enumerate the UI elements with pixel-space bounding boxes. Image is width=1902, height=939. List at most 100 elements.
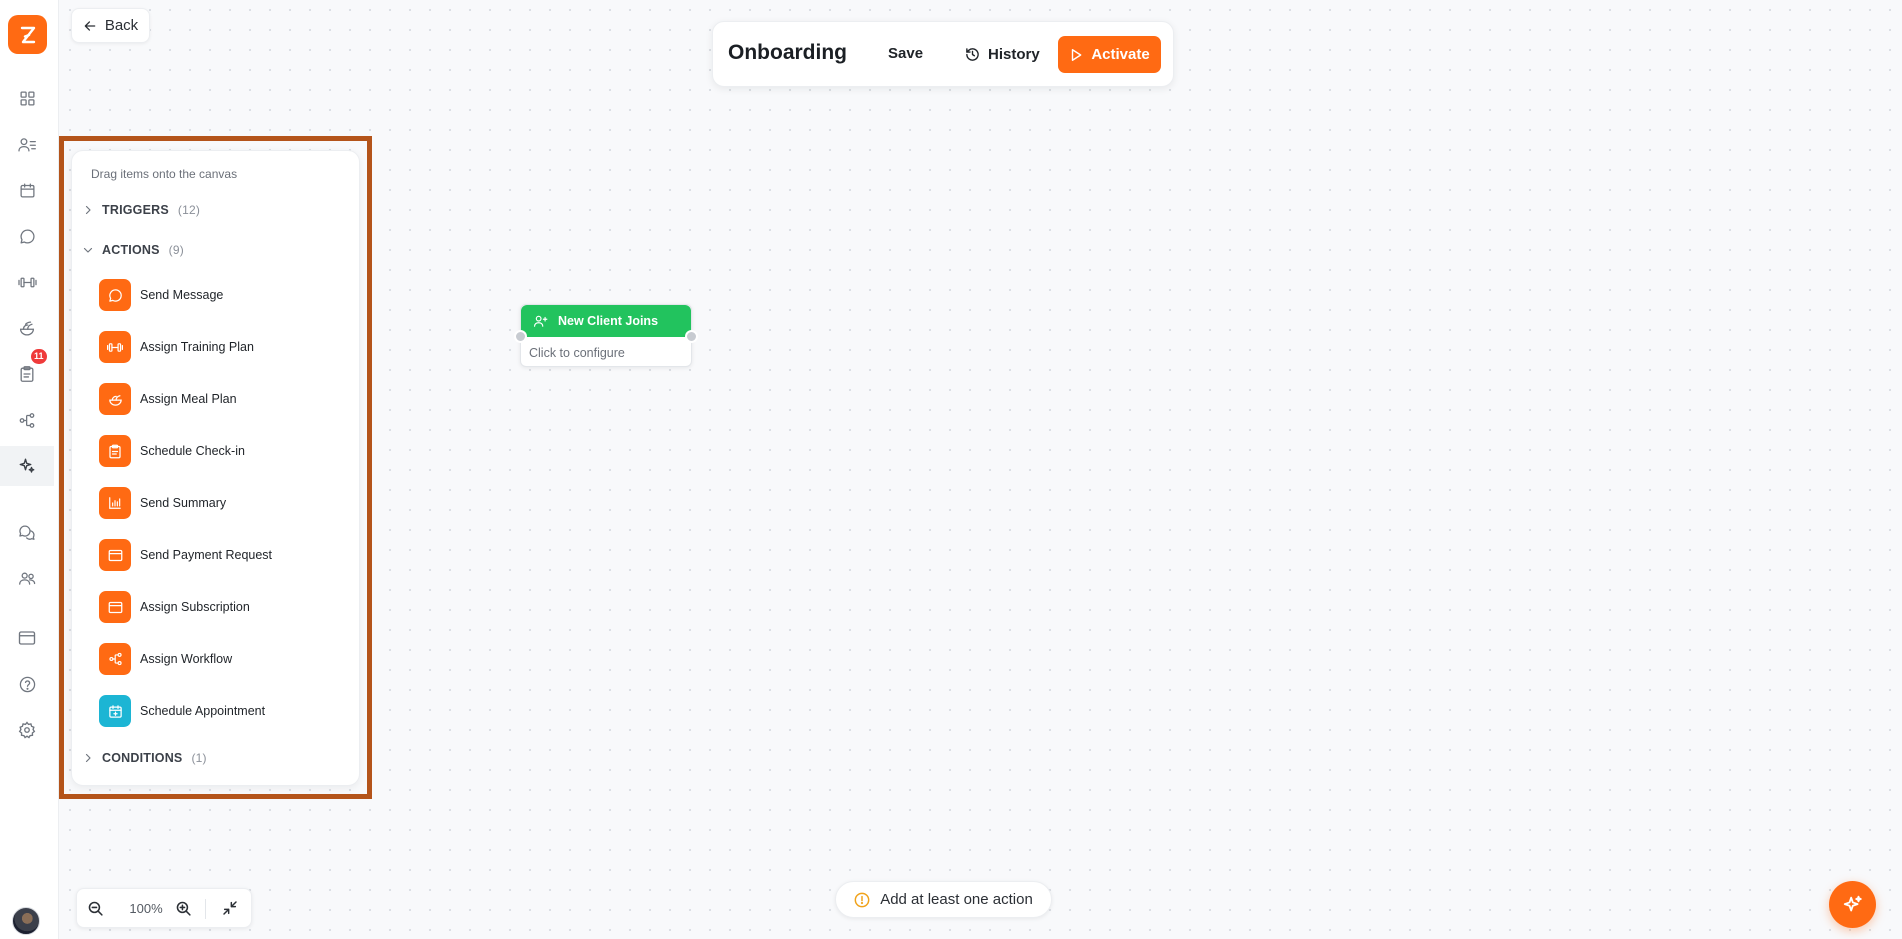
activate-button-label: Activate bbox=[1091, 46, 1150, 63]
zoom-in-icon bbox=[176, 901, 191, 916]
team-icon bbox=[18, 572, 35, 585]
action-label: Schedule Check-in bbox=[140, 444, 245, 458]
nav-calendar-button[interactable] bbox=[0, 170, 54, 210]
workflow-title[interactable]: Onboarding bbox=[728, 41, 847, 65]
community-icon bbox=[19, 524, 35, 540]
zoom-out-icon bbox=[88, 901, 103, 916]
back-button[interactable]: Back bbox=[71, 8, 150, 43]
arrow-left-icon bbox=[84, 20, 96, 31]
calendar-icon bbox=[19, 182, 35, 198]
history-icon bbox=[966, 47, 979, 61]
section-actions-label: ACTIONS bbox=[102, 243, 160, 257]
nav-billing-button[interactable] bbox=[0, 618, 54, 658]
automations-icon bbox=[19, 458, 35, 473]
save-button[interactable]: Save bbox=[888, 45, 923, 62]
section-actions-toggle[interactable]: ACTIONS (9) bbox=[80, 239, 184, 261]
trigger-node-header: New Client Joins bbox=[521, 305, 691, 337]
sparkles-icon bbox=[1843, 895, 1862, 911]
section-triggers-label: TRIGGERS bbox=[102, 203, 169, 217]
history-button[interactable]: History bbox=[965, 43, 1040, 65]
trigger-node[interactable]: New Client Joins Click to configure bbox=[514, 304, 698, 367]
workflow-icon bbox=[108, 652, 122, 666]
dashboard-icon bbox=[19, 90, 35, 106]
action-send-summary[interactable]: Send Summary bbox=[99, 486, 339, 520]
nav-automations-button[interactable] bbox=[0, 446, 54, 486]
settings-icon bbox=[18, 721, 36, 739]
nav-team-button[interactable] bbox=[0, 558, 54, 598]
node-palette-panel: Drag items onto the canvas TRIGGERS (12)… bbox=[71, 150, 360, 786]
nav-clients-button[interactable] bbox=[0, 124, 54, 164]
help-icon bbox=[19, 676, 35, 692]
action-label: Assign Meal Plan bbox=[140, 392, 237, 406]
left-nav-rail: 11 bbox=[0, 0, 59, 939]
action-label: Send Summary bbox=[140, 496, 227, 510]
section-actions-count: (9) bbox=[168, 243, 184, 257]
play-icon bbox=[1072, 48, 1082, 61]
nav-dashboard-button[interactable] bbox=[0, 78, 54, 118]
nutrition-icon bbox=[19, 320, 35, 336]
nav-training-button[interactable] bbox=[0, 262, 54, 302]
action-send-message[interactable]: Send Message bbox=[99, 278, 339, 312]
action-assign-training-plan[interactable]: Assign Training Plan bbox=[99, 330, 339, 364]
messages-icon bbox=[19, 228, 35, 244]
nav-nutrition-button[interactable] bbox=[0, 308, 54, 348]
chevron-right-icon bbox=[85, 205, 91, 215]
node-output-handle[interactable] bbox=[685, 330, 698, 343]
action-label: Assign Subscription bbox=[140, 600, 250, 614]
clipboard-icon bbox=[109, 444, 121, 458]
activate-button[interactable]: Activate bbox=[1058, 36, 1161, 73]
action-schedule-check-in[interactable]: Schedule Check-in bbox=[99, 434, 339, 468]
section-triggers-count: (12) bbox=[177, 203, 201, 217]
nav-community-button[interactable] bbox=[0, 512, 54, 552]
node-input-handle[interactable] bbox=[514, 330, 527, 343]
workflows-icon bbox=[19, 412, 35, 428]
credit-card-icon bbox=[108, 549, 122, 561]
credit-card-icon bbox=[108, 601, 122, 613]
trigger-node-subtitle: Click to configure bbox=[529, 346, 625, 360]
brand-logo-icon[interactable] bbox=[8, 15, 47, 54]
dumbbell-icon bbox=[107, 342, 123, 352]
palette-hint: Drag items onto the canvas bbox=[91, 167, 238, 181]
ai-assistant-button[interactable] bbox=[1829, 881, 1876, 928]
calendar-plus-icon bbox=[108, 704, 122, 718]
salad-icon bbox=[108, 394, 122, 406]
trigger-node-title: New Client Joins bbox=[558, 314, 659, 328]
nav-settings-button[interactable] bbox=[0, 710, 54, 750]
checkins-badge: 11 bbox=[31, 349, 47, 364]
minimize-icon bbox=[223, 901, 237, 915]
clients-icon bbox=[17, 137, 36, 152]
validation-warning: Add at least one action bbox=[835, 881, 1052, 918]
alert-circle-icon bbox=[854, 892, 870, 907]
validation-warning-text: Add at least one action bbox=[880, 891, 1033, 908]
zoom-out-button[interactable] bbox=[87, 900, 105, 918]
fit-view-button[interactable] bbox=[222, 900, 240, 918]
section-conditions-toggle[interactable]: CONDITIONS (1) bbox=[80, 747, 207, 769]
action-assign-meal-plan[interactable]: Assign Meal Plan bbox=[99, 382, 339, 416]
zoom-controls: 100% bbox=[76, 888, 252, 928]
action-assign-subscription[interactable]: Assign Subscription bbox=[99, 590, 339, 624]
action-label: Send Message bbox=[140, 288, 224, 302]
chevron-right-icon bbox=[85, 753, 91, 763]
action-send-payment-request[interactable]: Send Payment Request bbox=[99, 538, 339, 572]
section-conditions-count: (1) bbox=[191, 751, 207, 765]
section-triggers-toggle[interactable]: TRIGGERS (12) bbox=[80, 199, 200, 221]
billing-icon bbox=[18, 631, 36, 645]
user-avatar[interactable] bbox=[12, 907, 40, 935]
action-label: Assign Workflow bbox=[140, 652, 233, 666]
bar-chart-icon bbox=[109, 497, 121, 509]
user-plus-icon bbox=[533, 315, 548, 327]
action-label: Send Payment Request bbox=[140, 548, 273, 562]
history-button-label: History bbox=[988, 45, 1040, 63]
checkins-icon bbox=[20, 366, 34, 382]
zoom-divider bbox=[205, 899, 206, 919]
action-assign-workflow[interactable]: Assign Workflow bbox=[99, 642, 339, 676]
nav-help-button[interactable] bbox=[0, 664, 54, 704]
nav-messages-button[interactable] bbox=[0, 216, 54, 256]
action-label: Assign Training Plan bbox=[140, 340, 254, 354]
nav-checkins-button[interactable]: 11 bbox=[0, 349, 54, 394]
zoom-in-button[interactable] bbox=[175, 900, 193, 918]
nav-workflows-button[interactable] bbox=[0, 400, 54, 440]
action-schedule-appointment[interactable]: Schedule Appointment bbox=[99, 694, 339, 728]
back-button-label: Back bbox=[104, 17, 139, 34]
workflow-toolbar: Onboarding Save History Activate bbox=[712, 21, 1174, 87]
